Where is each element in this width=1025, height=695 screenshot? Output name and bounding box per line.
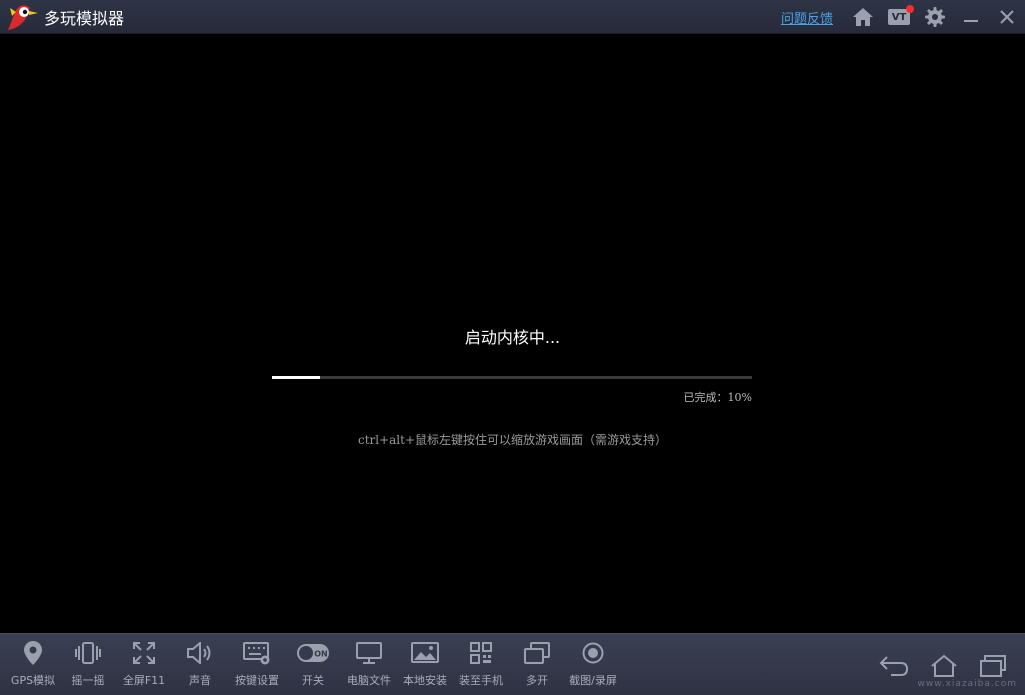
toolbar-label: GPS模拟 bbox=[10, 674, 56, 687]
close-icon bbox=[1000, 10, 1014, 24]
record-icon bbox=[582, 642, 604, 664]
home-icon bbox=[853, 8, 873, 26]
notification-dot bbox=[906, 5, 914, 13]
minimize-icon bbox=[964, 20, 978, 22]
zoom-hint-text: ctrl+alt+鼠标左键按住可以缩放游戏画面（需游戏支持） bbox=[357, 433, 668, 447]
loading-status-text: 启动内核中... bbox=[464, 328, 561, 347]
toolbar-label: 多开 bbox=[526, 674, 548, 687]
close-button[interactable] bbox=[989, 0, 1025, 34]
key-settings-button[interactable]: 按键设置 bbox=[230, 638, 284, 692]
shake-button[interactable]: 摇一摇 bbox=[61, 638, 115, 692]
toggle-text: ON bbox=[314, 650, 328, 659]
qrcode-icon bbox=[470, 642, 492, 664]
vt-button[interactable]: VT bbox=[881, 0, 917, 34]
home-button[interactable] bbox=[845, 0, 881, 34]
vt-label: VT bbox=[891, 11, 907, 23]
toolbar-label: 摇一摇 bbox=[71, 674, 105, 687]
toggle-button[interactable]: ON 开关 bbox=[286, 638, 340, 692]
fullscreen-icon bbox=[133, 642, 155, 664]
app-title: 多玩模拟器 bbox=[44, 8, 125, 28]
keyboard-settings-icon bbox=[243, 642, 270, 665]
bottom-toolbar: GPS模拟 摇一摇 全屏F11 声音 按键设置 ON 开关 电脑文件 本地安装 … bbox=[0, 633, 1025, 695]
screenshot-record-button[interactable]: 截图/录屏 bbox=[566, 638, 620, 692]
settings-button[interactable] bbox=[917, 0, 953, 34]
image-install-icon bbox=[411, 642, 439, 663]
bird-logo-icon bbox=[4, 0, 40, 34]
vt-icon: VT bbox=[888, 5, 914, 25]
toggle-on-icon: ON bbox=[297, 644, 329, 662]
install-to-phone-button[interactable]: 装至手机 bbox=[454, 638, 508, 692]
progress-bar bbox=[272, 376, 752, 379]
speaker-icon bbox=[187, 642, 211, 664]
gps-simulate-button[interactable]: GPS模拟 bbox=[6, 638, 60, 692]
multi-instance-button[interactable]: 多开 bbox=[510, 638, 564, 692]
toolbar-label: 装至手机 bbox=[459, 674, 503, 687]
monitor-icon bbox=[356, 642, 382, 664]
multi-window-icon bbox=[524, 642, 550, 664]
location-pin-icon bbox=[24, 641, 42, 665]
toolbar-label: 截图/录屏 bbox=[569, 674, 617, 687]
watermark-text: www.xiazaiba.com bbox=[917, 679, 1017, 689]
home-outline-icon bbox=[931, 654, 957, 677]
pc-files-button[interactable]: 电脑文件 bbox=[342, 638, 396, 692]
toolbar-label: 按键设置 bbox=[235, 674, 279, 687]
feedback-link[interactable]: 问题反馈 bbox=[781, 8, 833, 27]
toolbar-label: 全屏F11 bbox=[122, 674, 166, 687]
back-arrow-icon bbox=[879, 656, 909, 676]
progress-percent-text: 已完成：10% bbox=[683, 391, 752, 404]
sound-button[interactable]: 声音 bbox=[173, 638, 227, 692]
toolbar-label: 开关 bbox=[302, 674, 324, 687]
recent-apps-icon bbox=[980, 655, 1006, 677]
minimize-button[interactable] bbox=[953, 0, 989, 34]
toolbar-label: 声音 bbox=[189, 674, 211, 687]
fullscreen-button[interactable]: 全屏F11 bbox=[117, 638, 171, 692]
shake-phone-icon bbox=[75, 642, 101, 664]
local-install-button[interactable]: 本地安装 bbox=[398, 638, 452, 692]
title-bar-actions: 问题反馈 VT bbox=[781, 0, 1025, 34]
toolbar-label: 电脑文件 bbox=[347, 674, 391, 687]
toolbar-label: 本地安装 bbox=[403, 674, 447, 687]
progress-bar-fill bbox=[272, 376, 320, 379]
android-back-button[interactable] bbox=[874, 648, 914, 684]
title-bar: 多玩模拟器 问题反馈 VT bbox=[0, 0, 1025, 34]
emulator-screen[interactable]: 启动内核中... 已完成：10% ctrl+alt+鼠标左键按住可以缩放游戏画面… bbox=[0, 35, 1025, 633]
gear-icon bbox=[925, 7, 945, 27]
